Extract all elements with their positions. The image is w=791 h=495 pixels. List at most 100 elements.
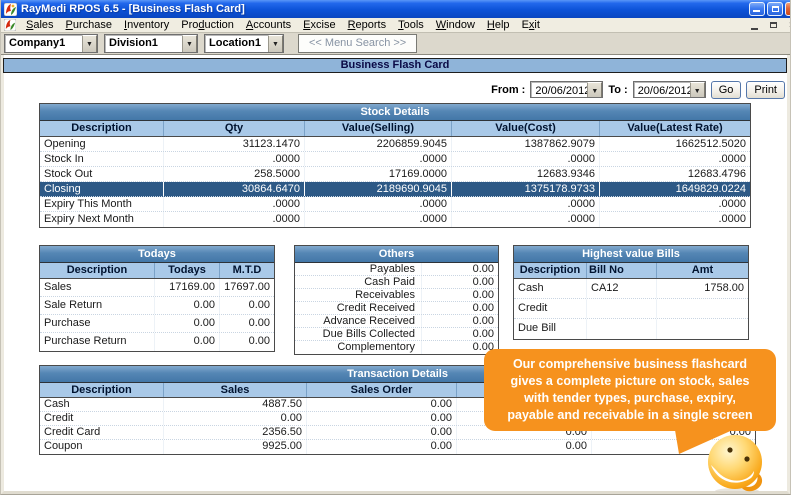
callout-text: Our comprehensive business flashcardgive… [488, 356, 772, 424]
table-cell: 0.00 [422, 302, 498, 314]
minimize-button[interactable] [749, 2, 765, 16]
chevron-down-icon[interactable]: ▼ [587, 82, 602, 97]
table-cell: Cash [40, 398, 164, 411]
table-row: Complementory0.00 [295, 341, 498, 354]
table-cell: .0000 [305, 212, 452, 227]
window-controls: × [749, 2, 791, 16]
chevron-down-icon[interactable]: ▼ [690, 82, 705, 97]
from-date-select[interactable]: 20/06/2012 ▼ [530, 81, 603, 98]
table-cell: 17169.0000 [305, 167, 452, 181]
chevron-down-icon[interactable]: ▼ [268, 35, 283, 52]
table-cell: 2356.50 [164, 426, 307, 439]
table-cell: .0000 [452, 212, 600, 227]
column-header: Description [40, 121, 164, 136]
menu-item-inventory[interactable]: Inventory [118, 18, 175, 32]
table-cell: .0000 [305, 152, 452, 166]
table-cell: 0.00 [164, 412, 307, 425]
table-row: Expiry This Month.0000.0000.0000.0000 [40, 197, 750, 212]
print-button[interactable]: Print [746, 81, 785, 99]
table-row: Closing30864.64702189690.90451375178.973… [40, 182, 750, 197]
restore-button[interactable] [767, 2, 783, 16]
menu-item-help[interactable]: Help [481, 18, 516, 32]
table-cell: 0.00 [457, 440, 592, 454]
column-header: Bill No [587, 263, 657, 278]
mdi-window-controls: × [749, 19, 791, 32]
table-header-row: DescriptionBill NoAmt [514, 263, 748, 279]
table-cell: 1662512.5020 [600, 137, 750, 151]
table-cell: Credit Card [40, 426, 164, 439]
column-header: Description [514, 263, 587, 278]
menu-item-purchase[interactable]: Purchase [60, 18, 118, 32]
menu-item-tools[interactable]: Tools [392, 18, 430, 32]
table-cell: .0000 [600, 212, 750, 227]
callout-line: gives a complete picture on stock, sales [488, 373, 772, 390]
table-cell: Complementory [295, 341, 422, 354]
table-cell: Credit [514, 299, 587, 318]
menu-item-accounts[interactable]: Accounts [240, 18, 297, 32]
close-icon: × [786, 3, 791, 15]
mdi-close-button[interactable]: × [785, 20, 791, 32]
table-row: CashCA121758.00 [514, 279, 748, 299]
stock-details-table: Stock DetailsDescriptionQtyValue(Selling… [39, 103, 751, 228]
table-cell: Purchase Return [40, 333, 155, 351]
division-select[interactable]: Division1 ▼ [104, 34, 198, 53]
menu-item-window[interactable]: Window [430, 18, 481, 32]
chevron-down-icon[interactable]: ▼ [82, 35, 97, 52]
menu-item-excise[interactable]: Excise [297, 18, 341, 32]
table-cell: 12683.4796 [600, 167, 750, 181]
table-cell: 9925.00 [164, 440, 307, 454]
table-cell: Stock In [40, 152, 164, 166]
column-header: Amt [657, 263, 748, 278]
menu-item-production[interactable]: Production [175, 18, 240, 32]
column-header: Description [40, 263, 155, 278]
table-cell: 17169.00 [155, 279, 220, 296]
table-row: Receivables0.00 [295, 289, 498, 302]
table-row: Purchase0.000.00 [40, 315, 274, 333]
menu-item-sales[interactable]: Sales [20, 18, 60, 32]
table-cell: Stock Out [40, 167, 164, 181]
table-cell [587, 319, 657, 339]
table-cell: Credit Received [295, 302, 422, 314]
table-cell: 0.00 [220, 333, 274, 351]
table-row: Payables0.00 [295, 263, 498, 276]
table-row: Purchase Return0.000.00 [40, 333, 274, 351]
table-cell: 1758.00 [657, 279, 748, 298]
highest-value-bills-table: Highest value BillsDescriptionBill NoAmt… [513, 245, 749, 340]
table-cell: 0.00 [422, 315, 498, 327]
callout-line: payable and receivable in a single scree… [488, 407, 772, 424]
to-date-select[interactable]: 20/06/2012 ▼ [633, 81, 706, 98]
table-cell: 0.00 [422, 289, 498, 301]
menu-bar: SalesPurchaseInventoryProductionAccounts… [1, 18, 790, 33]
table-row: Opening31123.14702206859.90451387862.907… [40, 137, 750, 152]
location-select[interactable]: Location1 ▼ [204, 34, 284, 53]
go-button[interactable]: Go [711, 81, 742, 99]
table-cell: .0000 [305, 197, 452, 211]
table-cell: Cash [514, 279, 587, 298]
table-row: Sales17169.0017697.00 [40, 279, 274, 297]
mdi-restore-button[interactable] [767, 20, 781, 32]
table-row: Credit [514, 299, 748, 319]
column-header: Value(Selling) [305, 121, 452, 136]
table-cell: 12683.9346 [452, 167, 600, 181]
table-title: Todays [40, 246, 274, 263]
mdi-minimize-icon [751, 28, 758, 30]
mdi-minimize-button[interactable] [749, 20, 763, 32]
menu-item-exit[interactable]: Exit [516, 18, 546, 32]
callout-line: with tender types, purchase, expiry, [488, 390, 772, 407]
menu-search-button[interactable]: << Menu Search >> [298, 34, 417, 53]
table-cell: .0000 [600, 152, 750, 166]
restore-icon [772, 6, 779, 12]
table-cell: 0.00 [307, 426, 457, 439]
table-cell: CA12 [587, 279, 657, 298]
menu-item-reports[interactable]: Reports [342, 18, 393, 32]
table-cell: Sales [40, 279, 155, 296]
chevron-down-icon[interactable]: ▼ [182, 35, 197, 52]
column-header: Todays [155, 263, 220, 278]
table-cell: Payables [295, 263, 422, 275]
company-select[interactable]: Company1 ▼ [4, 34, 98, 53]
table-cell: 31123.1470 [164, 137, 305, 151]
close-button[interactable]: × [785, 2, 791, 16]
date-filter-row: From : 20/06/2012 ▼ To : 20/06/2012 ▼ Go… [491, 80, 785, 99]
table-header-row: DescriptionQtyValue(Selling)Value(Cost)V… [40, 121, 750, 137]
to-label: To : [608, 84, 627, 96]
